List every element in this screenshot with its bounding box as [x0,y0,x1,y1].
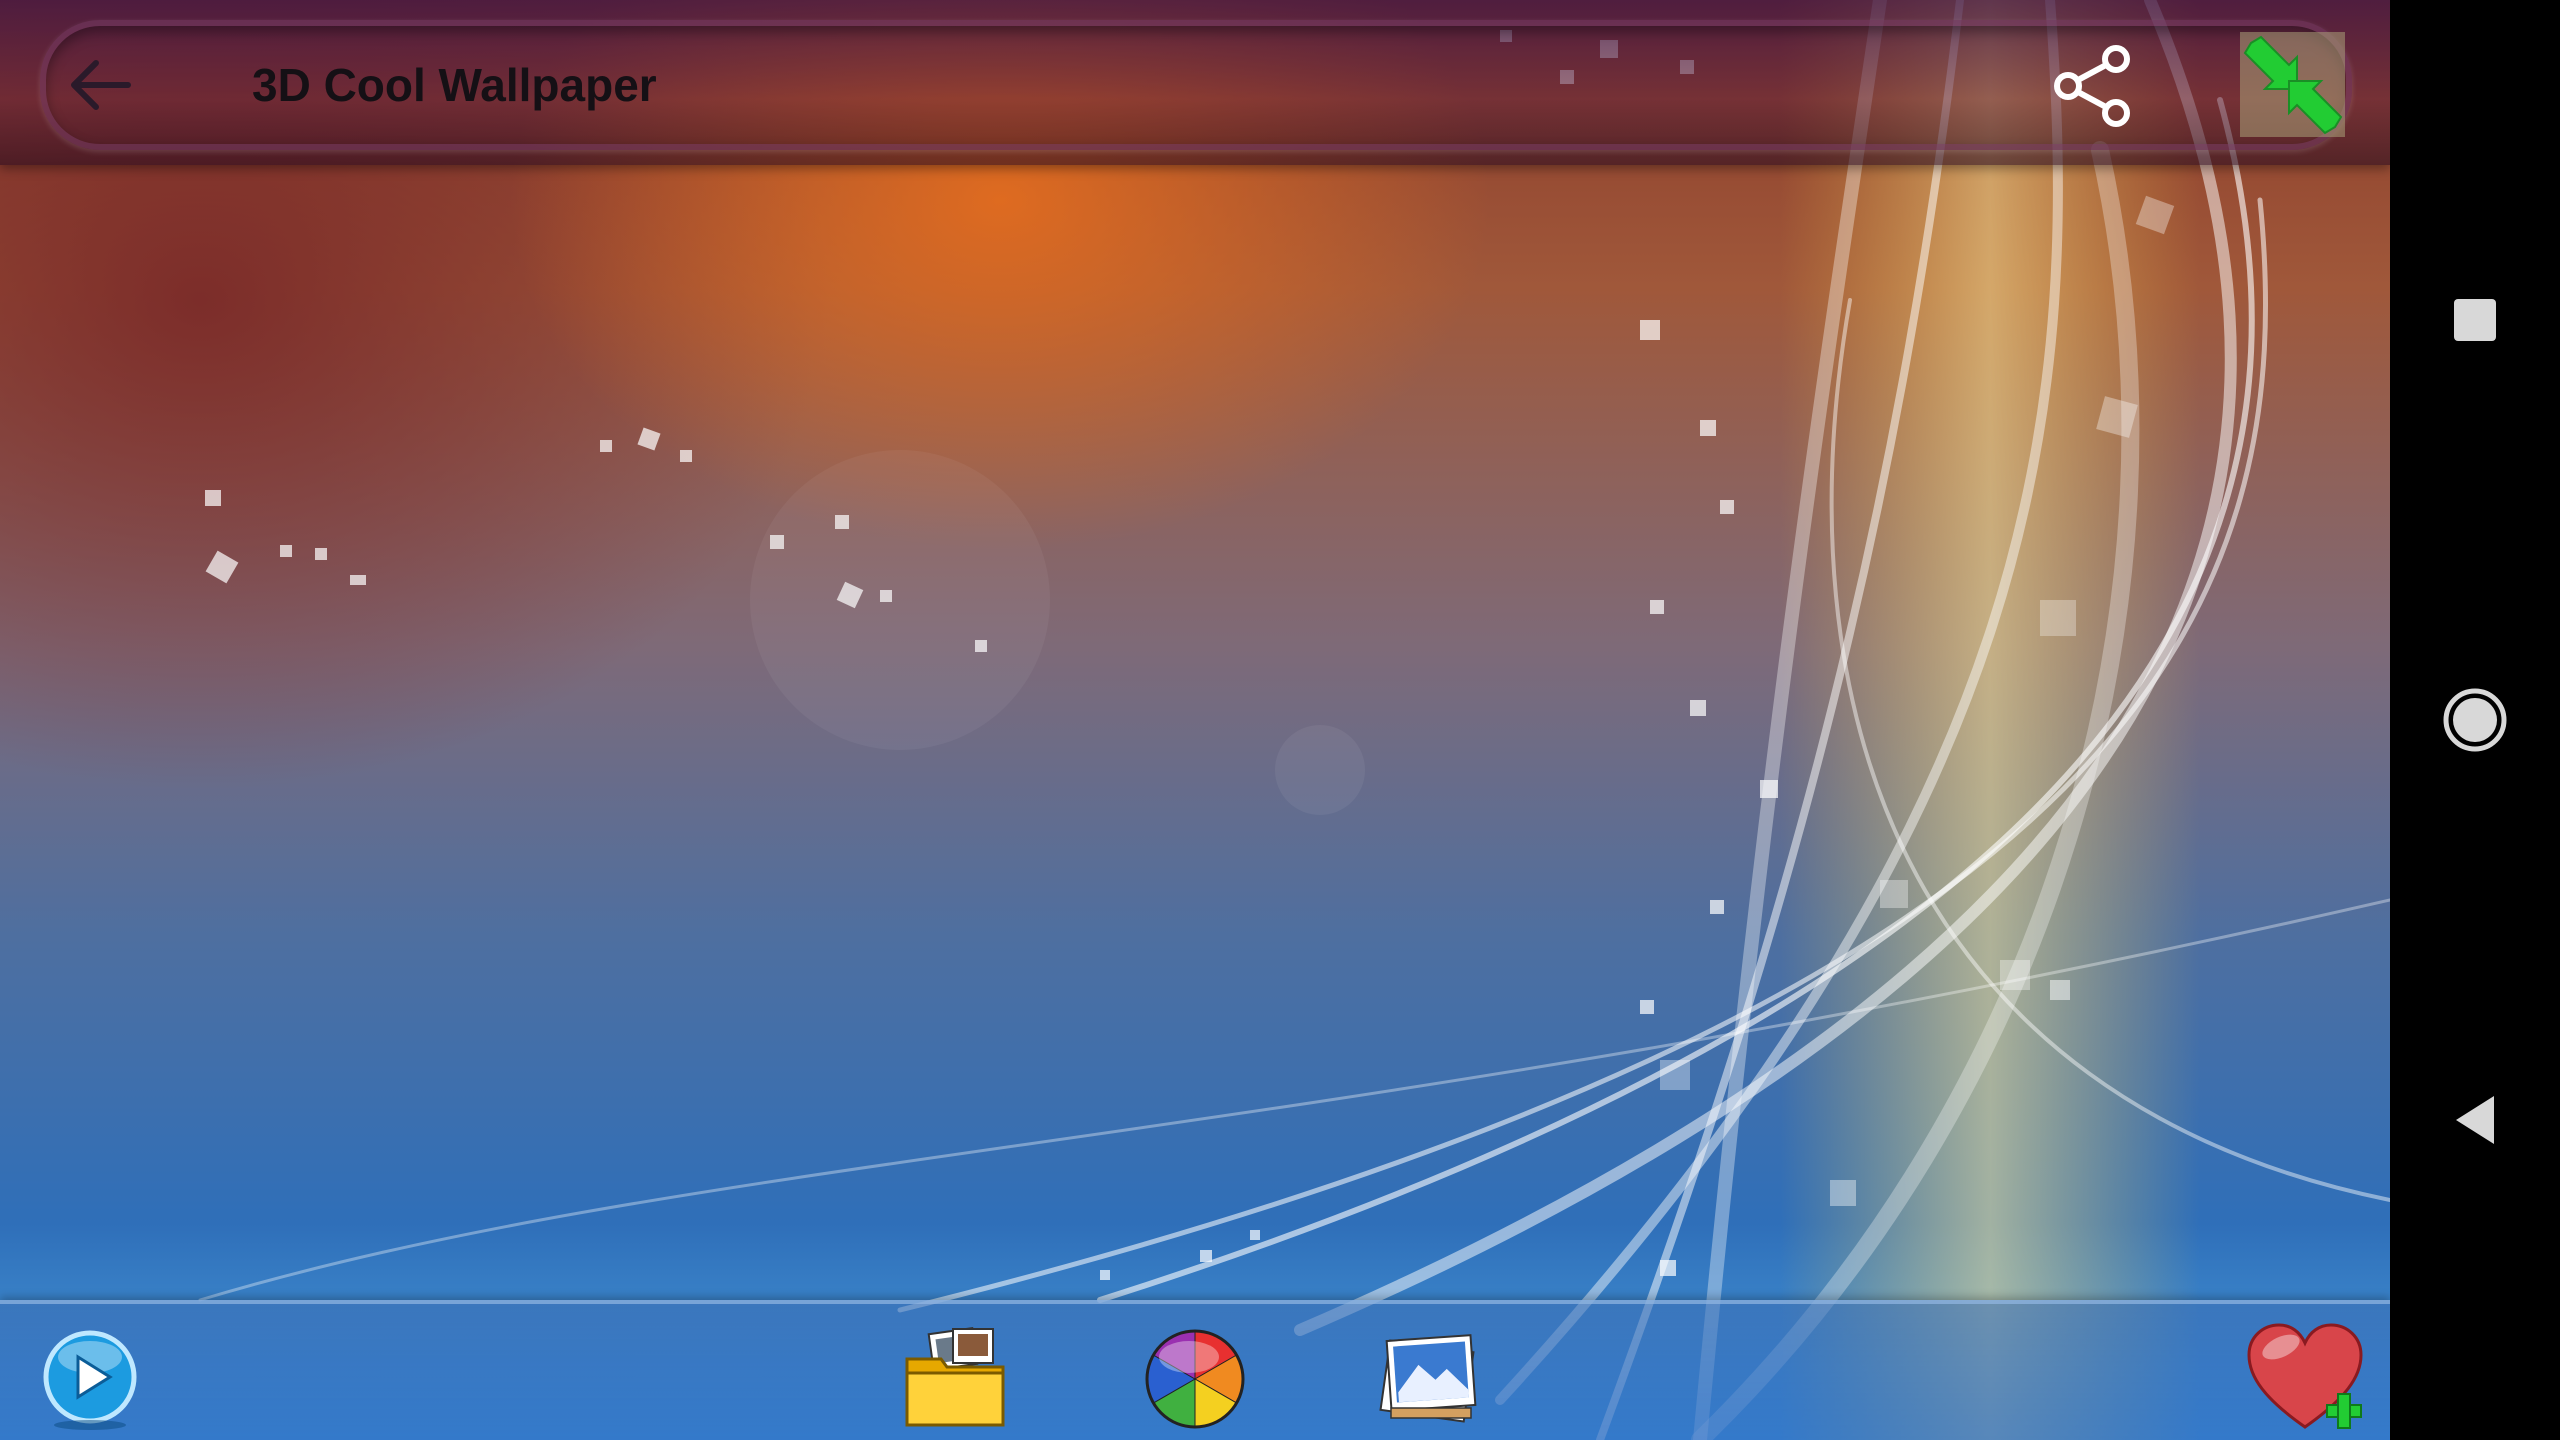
folder-button[interactable] [900,1324,1010,1434]
exit-fullscreen-button[interactable] [2240,32,2345,137]
exit-fullscreen-icon [2243,35,2342,134]
share-icon [2053,44,2130,127]
app-screen: 3D Cool Wallpaper [0,0,2390,1440]
top-action-bar: 3D Cool Wallpaper [0,0,2390,165]
color-button[interactable] [1140,1324,1250,1434]
gallery-button[interactable] [1375,1324,1485,1434]
page-title: 3D Cool Wallpaper [252,59,657,111]
system-navigation-bar [2390,0,2560,1440]
folder-photos-icon [905,1326,1005,1427]
favorite-button[interactable] [2245,1319,2365,1439]
photo-gallery-icon [1379,1334,1477,1423]
recents-button[interactable] [2425,270,2525,370]
share-button[interactable] [2045,38,2140,133]
arrow-left-icon [71,60,131,110]
circle-icon [2443,688,2507,752]
square-icon [2454,299,2496,341]
back-button[interactable] [60,50,140,120]
home-button[interactable] [2425,670,2525,770]
color-wheel-icon [1145,1329,1245,1429]
play-icon [43,1330,137,1430]
heart-plus-icon [2247,1323,2363,1429]
bottom-toolbar [0,1300,2390,1440]
wallpaper-image [198,0,2390,1440]
triangle-back-icon [2456,1096,2494,1144]
play-button[interactable] [35,1324,145,1434]
back-nav-button[interactable] [2425,1070,2525,1170]
